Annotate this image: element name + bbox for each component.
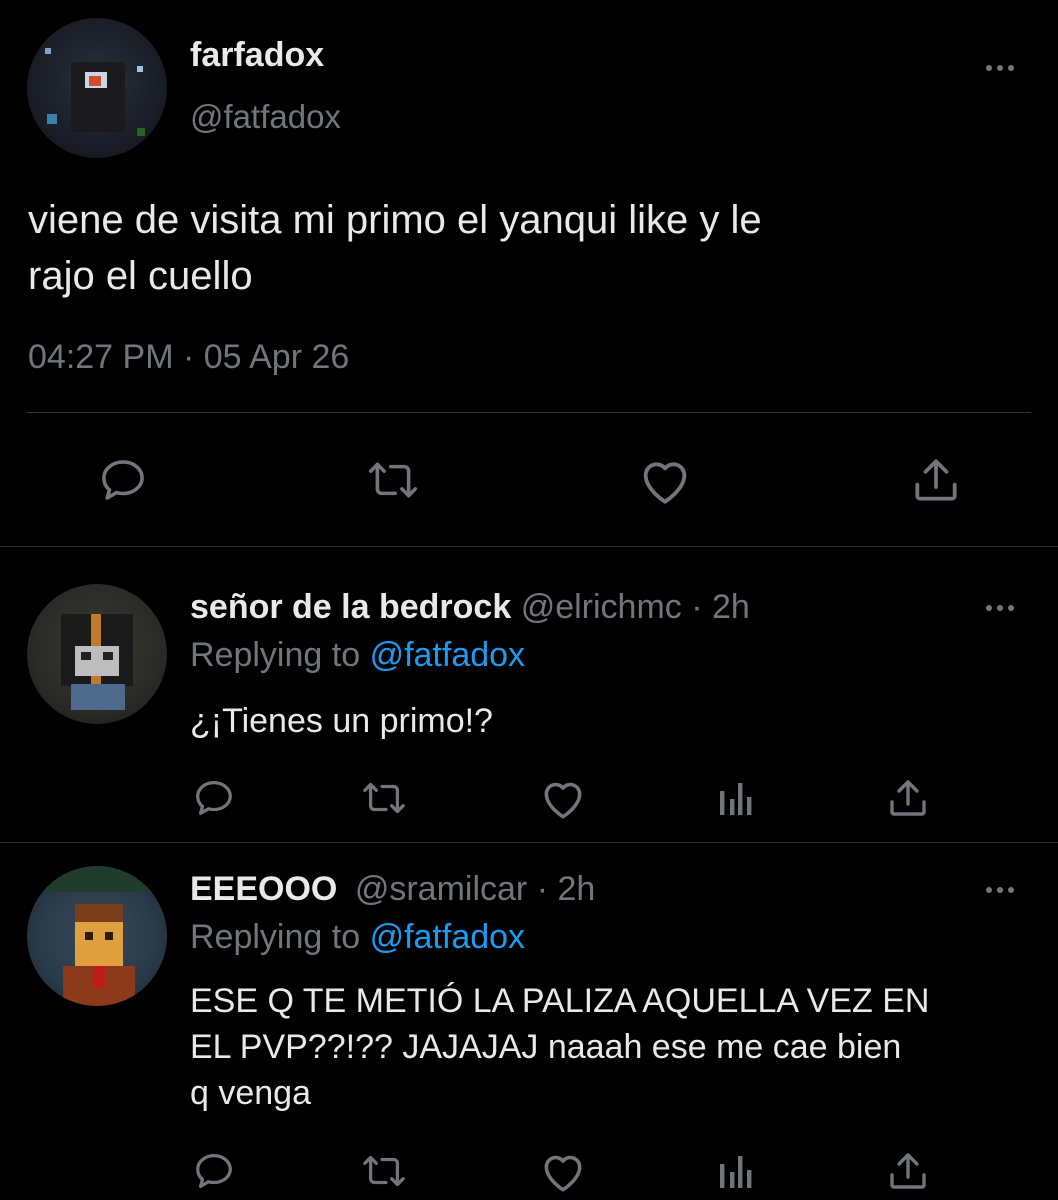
reply-icon[interactable] bbox=[191, 775, 237, 821]
like-icon[interactable] bbox=[538, 1148, 588, 1194]
reply-header: EEEOOO @sramilcar · 2h bbox=[190, 870, 595, 909]
like-icon[interactable] bbox=[636, 453, 694, 507]
avatar[interactable] bbox=[27, 584, 167, 724]
reply-text: ¿¡Tienes un primo!? bbox=[190, 698, 493, 744]
reply-icon[interactable] bbox=[96, 453, 150, 507]
more-icon[interactable] bbox=[986, 887, 1014, 893]
replying-to: Replying to @fatfadox bbox=[190, 636, 525, 675]
replying-to: Replying to @fatfadox bbox=[190, 918, 525, 957]
handle[interactable]: @elrichmc bbox=[521, 588, 682, 626]
avatar[interactable] bbox=[27, 18, 167, 158]
share-icon[interactable] bbox=[884, 1147, 932, 1195]
share-icon[interactable] bbox=[908, 452, 964, 508]
reply-text: ESE Q TE METIÓ LA PALIZA AQUELLA VEZ EN … bbox=[190, 978, 929, 1116]
avatar[interactable] bbox=[27, 866, 167, 1006]
display-name[interactable]: EEEOOO bbox=[190, 870, 337, 908]
analytics-icon[interactable] bbox=[716, 779, 756, 819]
reply-text-line: ESE Q TE METIÓ LA PALIZA AQUELLA VEZ EN bbox=[190, 982, 930, 1020]
reply-icon[interactable] bbox=[191, 1148, 237, 1194]
reply-header: señor de la bedrock @elrichmc · 2h bbox=[190, 588, 750, 627]
reply-time[interactable]: · 2h bbox=[537, 870, 596, 908]
replying-label: Replying to bbox=[190, 636, 361, 674]
reply-text-line: q venga bbox=[190, 1074, 311, 1112]
replying-to-link[interactable]: @fatfadox bbox=[370, 636, 526, 674]
replying-to-link[interactable]: @fatfadox bbox=[370, 918, 526, 956]
divider bbox=[0, 546, 1058, 547]
reply-text-line: EL PVP??!?? JAJAJAJ naaah ese me cae bie… bbox=[190, 1028, 902, 1066]
more-icon[interactable] bbox=[986, 605, 1014, 611]
tweet-text: viene de visita mi primo el yanqui like … bbox=[28, 192, 762, 304]
retweet-icon[interactable] bbox=[359, 775, 409, 821]
replying-label: Replying to bbox=[190, 918, 361, 956]
timestamp[interactable]: 04:27 PM · 05 Apr 26 bbox=[28, 338, 349, 377]
analytics-icon[interactable] bbox=[716, 1152, 756, 1192]
divider bbox=[0, 842, 1058, 843]
retweet-icon[interactable] bbox=[364, 453, 422, 507]
tweet-text-line: rajo el cuello bbox=[28, 254, 253, 298]
handle[interactable]: @fatfadox bbox=[190, 98, 341, 136]
more-icon[interactable] bbox=[986, 65, 1014, 71]
like-icon[interactable] bbox=[538, 775, 588, 821]
share-icon[interactable] bbox=[884, 774, 932, 822]
tweet-text-line: viene de visita mi primo el yanqui like … bbox=[28, 198, 762, 242]
display-name[interactable]: farfadox bbox=[190, 36, 324, 75]
reply-text-line: ¿¡Tienes un primo!? bbox=[190, 702, 493, 740]
reply-time[interactable]: · 2h bbox=[691, 588, 750, 626]
divider bbox=[27, 412, 1031, 413]
display-name[interactable]: señor de la bedrock bbox=[190, 588, 511, 626]
retweet-icon[interactable] bbox=[359, 1148, 409, 1194]
handle[interactable]: @sramilcar bbox=[355, 870, 527, 908]
